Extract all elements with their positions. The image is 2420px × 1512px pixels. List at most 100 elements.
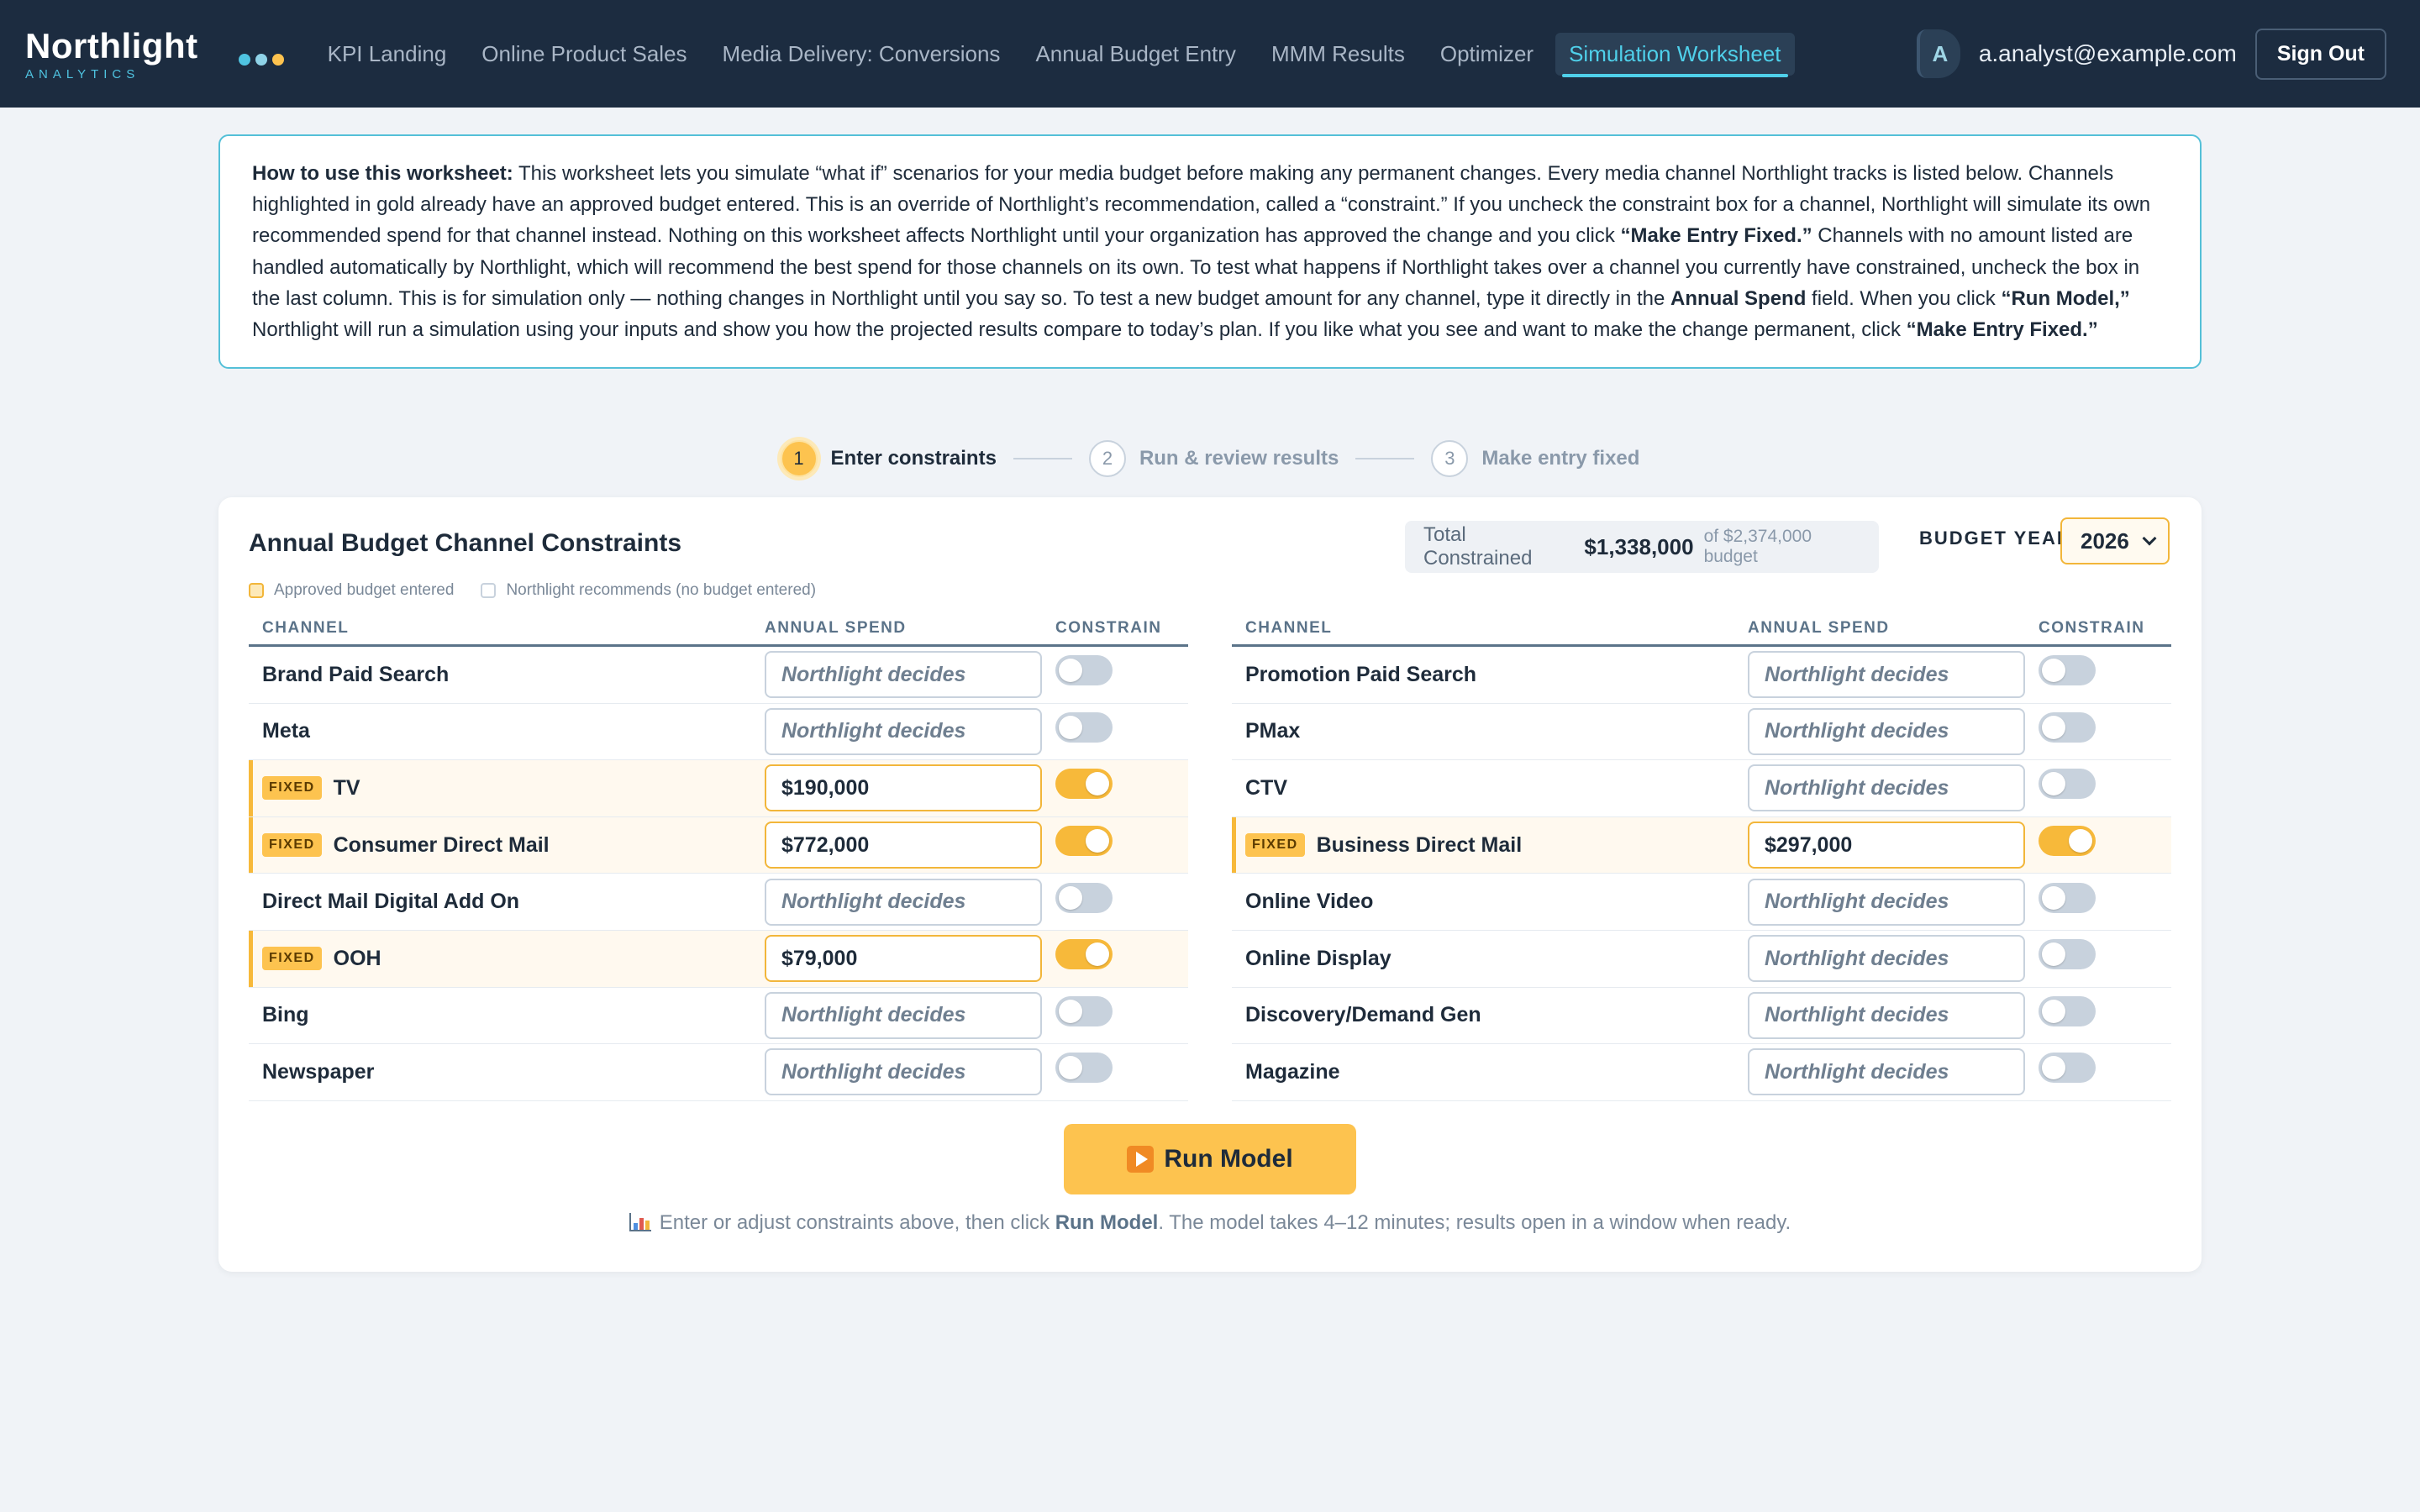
constrain-toggle[interactable]	[1055, 939, 1113, 970]
annual-spend-input[interactable]: $297,000	[1748, 822, 2025, 869]
annual-spend-input[interactable]: Northlight decides	[1748, 878, 2025, 926]
step-number: 3	[1431, 440, 1469, 477]
budget-year-label: BUDGET YEAR	[1919, 528, 2072, 549]
table-body: Promotion Paid Search Northlight decides P…	[1232, 647, 2171, 1101]
hint-post: . The model takes 4–12 minutes; results …	[1158, 1211, 1791, 1234]
annual-spend-input[interactable]: Northlight decides	[765, 1048, 1042, 1096]
constrain-toggle[interactable]	[2039, 711, 2096, 743]
channel-name: Direct Mail Digital Add On	[262, 890, 520, 914]
run-model-label: Run Model	[1164, 1145, 1293, 1173]
user-area: A a.analyst@example.com Sign Out	[1916, 0, 2386, 108]
spend-cell: Northlight decides	[1748, 707, 2039, 755]
annual-spend-input[interactable]: Northlight decides	[765, 878, 1042, 926]
nav-item-online-product-sales[interactable]: Online Product Sales	[468, 33, 700, 76]
toggle-knob	[1059, 659, 1082, 683]
annual-spend-input[interactable]: Northlight decides	[765, 651, 1042, 699]
constrain-cell	[2039, 769, 2171, 800]
channel-name: OOH	[333, 946, 381, 970]
sign-out-button[interactable]: Sign Out	[2254, 28, 2386, 80]
legend-swatch	[249, 583, 264, 598]
constrain-toggle[interactable]	[2039, 1053, 2096, 1084]
col-channel: CHANNEL	[262, 619, 350, 637]
nav-item-kpi-landing[interactable]: KPI Landing	[314, 33, 460, 76]
constraints-card: Annual Budget Channel Constraints Total …	[218, 497, 2202, 1272]
annual-spend-input[interactable]: Northlight decides	[1748, 991, 2025, 1039]
main-nav: KPI Landing Online Product Sales Media Del…	[314, 32, 1803, 77]
channel-cell: Newspaper	[249, 1060, 765, 1084]
step-connector	[1355, 458, 1415, 459]
channel-name: Meta	[262, 719, 310, 743]
annual-spend-input[interactable]: $190,000	[765, 764, 1042, 812]
nav-item-mmm-results[interactable]: MMM Results	[1258, 33, 1418, 76]
help-panel: How to use this worksheet: This workshee…	[218, 134, 2202, 370]
run-model-button[interactable]: Run Model	[1064, 1124, 1356, 1194]
constrain-toggle[interactable]	[2039, 655, 2096, 686]
constrain-toggle[interactable]	[1055, 769, 1113, 800]
annual-spend-input[interactable]: Northlight decides	[1748, 1048, 2025, 1096]
nav-item-annual-budget-entry[interactable]: Annual Budget Entry	[1022, 33, 1249, 76]
annual-spend-input[interactable]: Northlight decides	[1748, 764, 2025, 812]
channel-cell: Brand Paid Search	[249, 663, 765, 687]
annual-spend-input[interactable]: Northlight decides	[765, 991, 1042, 1039]
channel-name: Online Video	[1245, 890, 1374, 914]
brand-dot	[271, 54, 284, 66]
help-text-3: field. When you click	[1806, 286, 2002, 310]
nav-item-simulation-worksheet[interactable]: Simulation Worksheet	[1555, 32, 1795, 77]
total-label: Total Constrained	[1423, 523, 1533, 570]
table-body: Brand Paid Search Northlight decides Meta N…	[249, 647, 1188, 1101]
brand-name: Northlight	[25, 25, 198, 66]
toggle-knob	[1086, 829, 1109, 853]
annual-spend-input[interactable]: Northlight decides	[1748, 935, 2025, 983]
channel-cell: Bing	[249, 1003, 765, 1027]
table-row: Promotion Paid Search Northlight decides	[1232, 647, 2171, 704]
constrain-toggle[interactable]	[1055, 882, 1113, 913]
fixed-badge: FIXED	[262, 776, 322, 801]
bar-chart-icon	[629, 1213, 651, 1231]
spend-cell: Northlight decides	[765, 991, 1055, 1039]
annual-spend-input[interactable]: Northlight decides	[1748, 707, 2025, 755]
constrain-toggle[interactable]	[1055, 711, 1113, 743]
channel-cell: Discovery/Demand Gen	[1232, 1003, 1748, 1027]
fixed-badge: FIXED	[262, 833, 322, 858]
run-hint: Enter or adjust constraints above, then …	[218, 1211, 2202, 1235]
nav-item-media-delivery-conversions[interactable]: Media Delivery: Conversions	[709, 33, 1014, 76]
constrain-cell	[1055, 655, 1188, 686]
toggle-knob	[2042, 715, 2065, 739]
toggle-knob	[2042, 942, 2065, 967]
constrain-toggle[interactable]	[2039, 995, 2096, 1026]
fixed-badge: FIXED	[262, 947, 322, 971]
budget-year-select[interactable]: 2026	[2060, 517, 2170, 564]
constrain-toggle[interactable]	[2039, 769, 2096, 800]
annual-spend-input[interactable]: Northlight decides	[1748, 651, 2025, 699]
channel-cell: FIXED Consumer Direct Mail	[249, 833, 765, 858]
help-text-4: Northlight will run a simulation using y…	[252, 318, 1907, 342]
constrain-toggle[interactable]	[1055, 655, 1113, 686]
nav-item-optimizer[interactable]: Optimizer	[1427, 33, 1547, 76]
table-row: Magazine Northlight decides	[1232, 1044, 2171, 1101]
brand-dot	[255, 54, 267, 66]
annual-spend-input[interactable]: $772,000	[765, 822, 1042, 869]
help-bold-2: Annual Spend	[1670, 286, 1807, 310]
brand-logo[interactable]: Northlight ANALYTICS	[25, 25, 198, 81]
constrain-toggle[interactable]	[2039, 939, 2096, 970]
annual-spend-input[interactable]: $79,000	[765, 935, 1042, 983]
constrain-toggle[interactable]	[1055, 826, 1113, 857]
annual-spend-input[interactable]: Northlight decides	[765, 707, 1042, 755]
channel-name: CTV	[1245, 775, 1287, 800]
hint-pre: Enter or adjust constraints above, then …	[659, 1211, 1055, 1234]
table-row: Newspaper Northlight decides	[249, 1044, 1188, 1101]
help-lead: How to use this worksheet:	[252, 162, 513, 185]
constrain-cell	[2039, 1053, 2171, 1084]
constrain-toggle[interactable]	[1055, 995, 1113, 1026]
spend-cell: Northlight decides	[1748, 935, 2039, 983]
constrain-toggle[interactable]	[2039, 882, 2096, 913]
step-label: Make entry fixed	[1481, 447, 1640, 470]
avatar[interactable]: A	[1916, 29, 1960, 78]
table-row: Online Video Northlight decides	[1232, 874, 2171, 931]
constrain-toggle[interactable]	[2039, 826, 2096, 857]
channel-name: Brand Paid Search	[262, 662, 450, 686]
step-label: Run & review results	[1139, 447, 1339, 470]
constrain-toggle[interactable]	[1055, 1053, 1113, 1084]
table-row: Discovery/Demand Gen Northlight decides	[1232, 988, 2171, 1045]
channel-name: Discovery/Demand Gen	[1245, 1003, 1481, 1027]
